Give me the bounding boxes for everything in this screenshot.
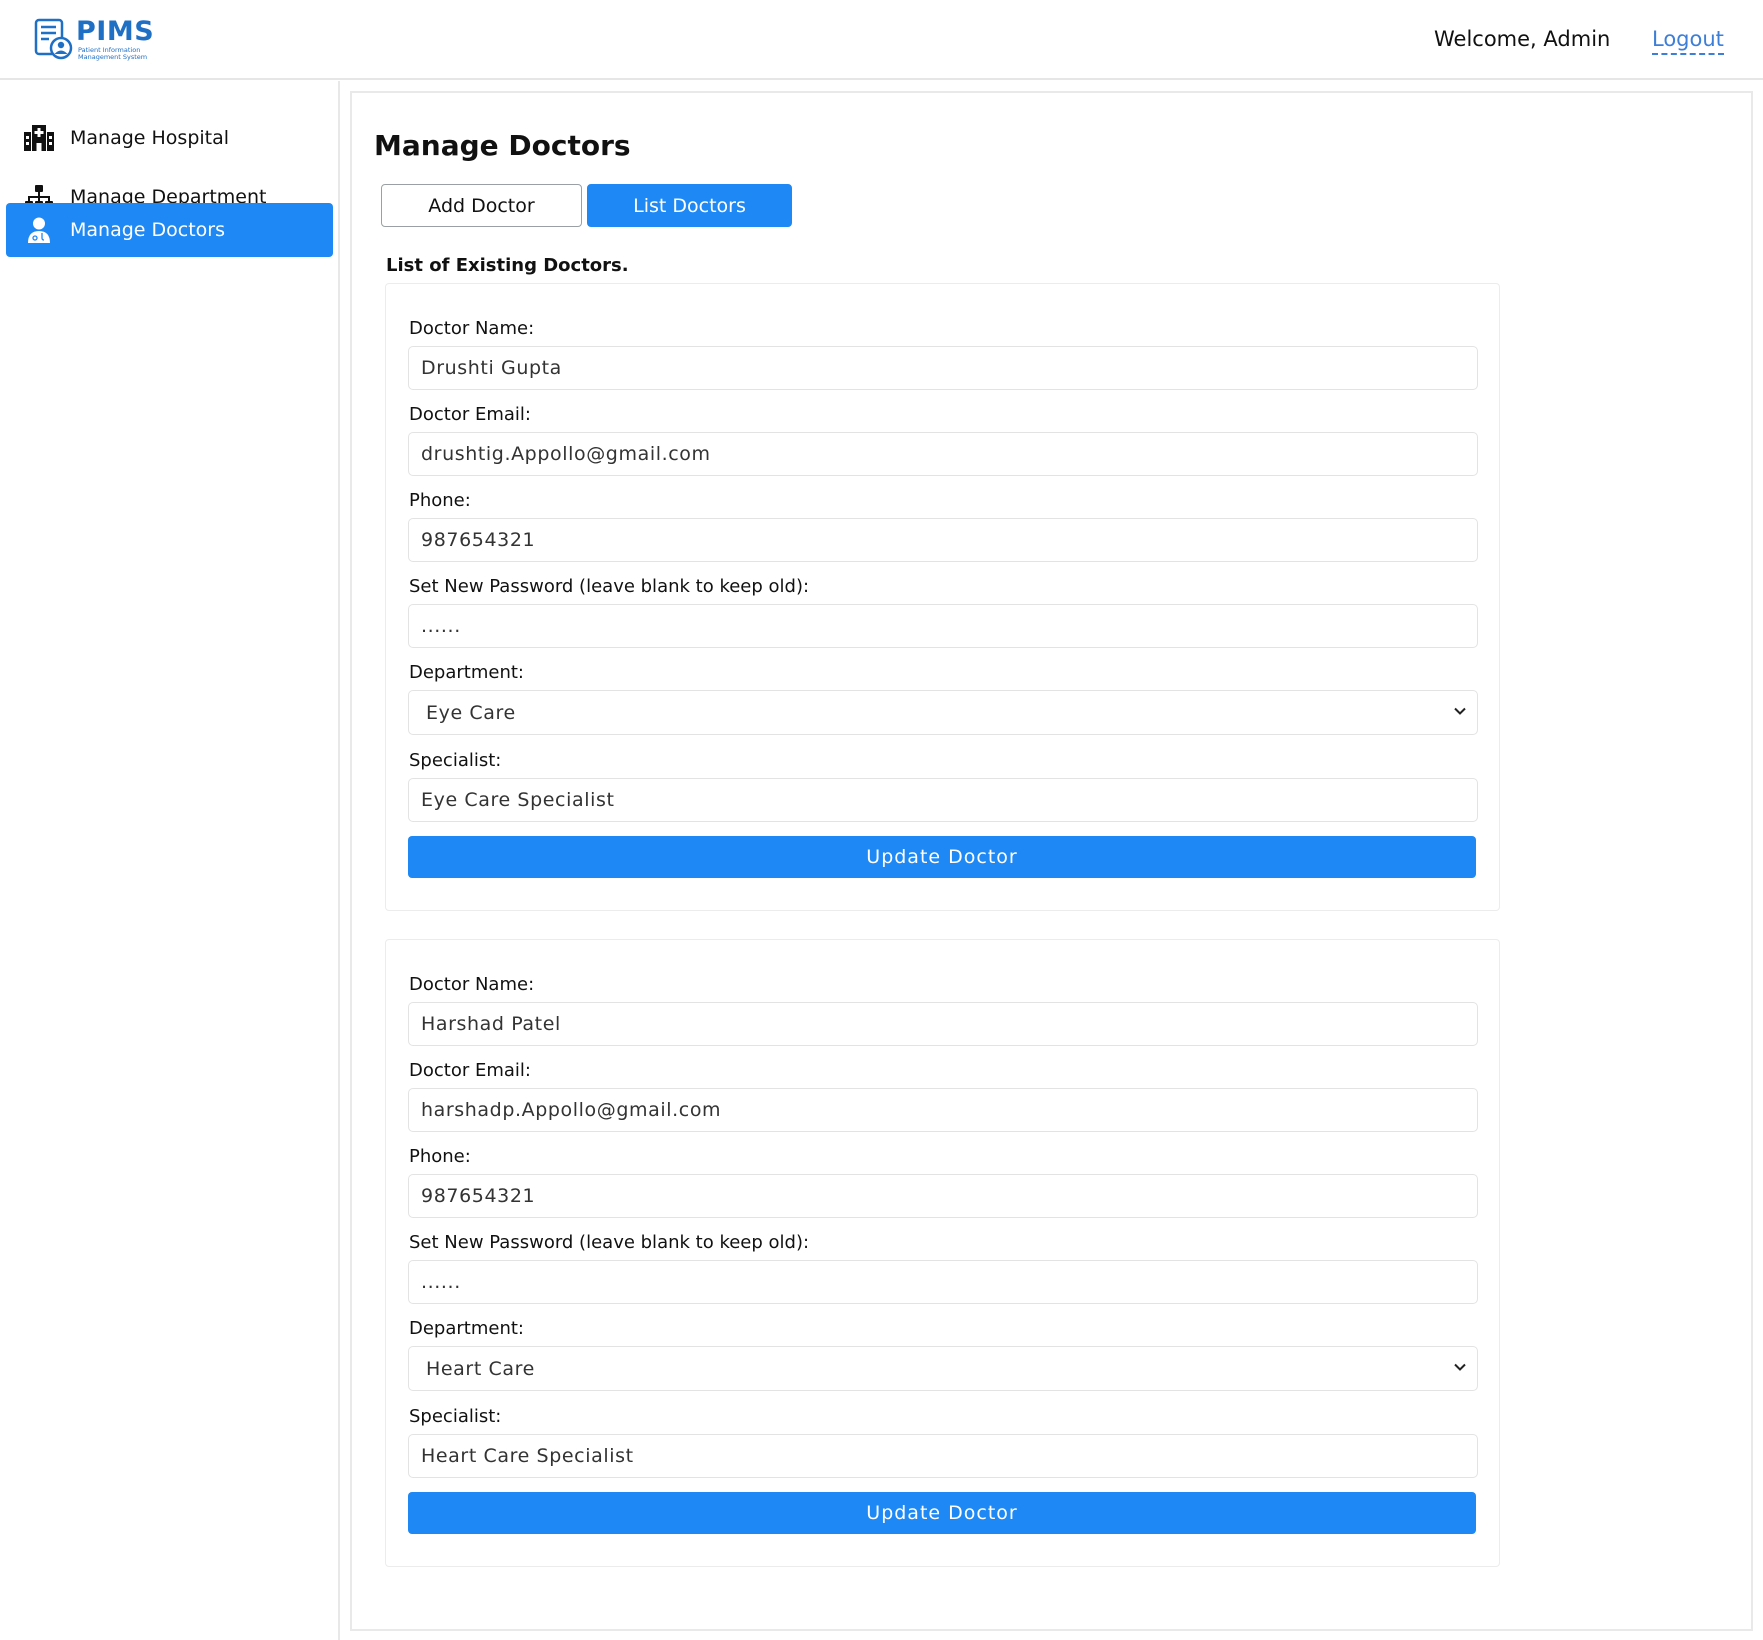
department-select[interactable]: Eye Care xyxy=(408,690,1478,735)
phone-input[interactable]: 987654321 xyxy=(408,1174,1478,1218)
welcome-text: Welcome, Admin xyxy=(1434,27,1611,51)
doctor-email-label: Doctor Email: xyxy=(409,404,531,425)
logout-link[interactable]: Logout xyxy=(1652,27,1724,55)
sidebar-item-manage-hospital[interactable]: Manage Hospital xyxy=(6,111,333,165)
department-label: Department: xyxy=(409,662,524,683)
doctor-email-input[interactable]: harshadp.Appollo@gmail.com xyxy=(408,1088,1478,1132)
tab-list-doctors[interactable]: List Doctors xyxy=(587,184,792,227)
hospital-icon xyxy=(22,123,56,153)
department-select[interactable]: Heart Care xyxy=(408,1346,1478,1391)
page-title: Manage Doctors xyxy=(374,129,631,162)
main-panel: Manage Doctors Add Doctor List Doctors L… xyxy=(350,91,1753,1631)
doctor-email-label: Doctor Email: xyxy=(409,1060,531,1081)
top-header: PIMS Patient Information Management Syst… xyxy=(0,0,1763,80)
password-label: Set New Password (leave blank to keep ol… xyxy=(409,576,810,597)
specialist-label: Specialist: xyxy=(409,750,502,771)
department-value: Heart Care xyxy=(426,1357,535,1380)
phone-label: Phone: xyxy=(409,490,471,511)
specialist-input[interactable]: Heart Care Specialist xyxy=(408,1434,1478,1478)
list-heading: List of Existing Doctors. xyxy=(386,255,629,276)
doctor-name-label: Doctor Name: xyxy=(409,318,535,339)
department-label: Department: xyxy=(409,1318,524,1339)
update-doctor-button[interactable]: Update Doctor xyxy=(408,836,1476,878)
doctor-email-input[interactable]: drushtig.Appollo@gmail.com xyxy=(408,432,1478,476)
sidebar-item-manage-doctors[interactable]: Manage Doctors xyxy=(6,203,333,257)
sidebar-item-label: Manage Doctors xyxy=(70,219,225,241)
password-label: Set New Password (leave blank to keep ol… xyxy=(409,1232,810,1253)
tab-add-doctor[interactable]: Add Doctor xyxy=(381,184,582,227)
update-doctor-button[interactable]: Update Doctor xyxy=(408,1492,1476,1534)
doctor-card: Doctor Name: Harshad Patel Doctor Email:… xyxy=(385,939,1500,1567)
sidebar: Manage Hospital Manage Department Manage… xyxy=(0,81,340,1640)
phone-label: Phone: xyxy=(409,1146,471,1167)
pims-logo[interactable]: PIMS Patient Information Management Syst… xyxy=(34,16,164,62)
medical-document-icon xyxy=(34,18,73,60)
doctor-name-input[interactable]: Drushti Gupta xyxy=(408,346,1478,390)
doctor-name-label: Doctor Name: xyxy=(409,974,535,995)
specialist-label: Specialist: xyxy=(409,1406,502,1427)
chevron-down-icon xyxy=(1454,707,1466,715)
specialist-input[interactable]: Eye Care Specialist xyxy=(408,778,1478,822)
password-input[interactable]: ...... xyxy=(408,604,1478,648)
phone-input[interactable]: 987654321 xyxy=(408,518,1478,562)
logo-text: PIMS xyxy=(76,16,155,47)
department-value: Eye Care xyxy=(426,701,516,724)
sidebar-item-label: Manage Hospital xyxy=(70,127,230,149)
doctor-name-input[interactable]: Harshad Patel xyxy=(408,1002,1478,1046)
logo-subtitle: Patient Information Management System xyxy=(78,46,148,61)
doctor-icon xyxy=(22,215,56,245)
chevron-down-icon xyxy=(1454,1363,1466,1371)
password-input[interactable]: ...... xyxy=(408,1260,1478,1304)
doctor-card: Doctor Name: Drushti Gupta Doctor Email:… xyxy=(385,283,1500,911)
